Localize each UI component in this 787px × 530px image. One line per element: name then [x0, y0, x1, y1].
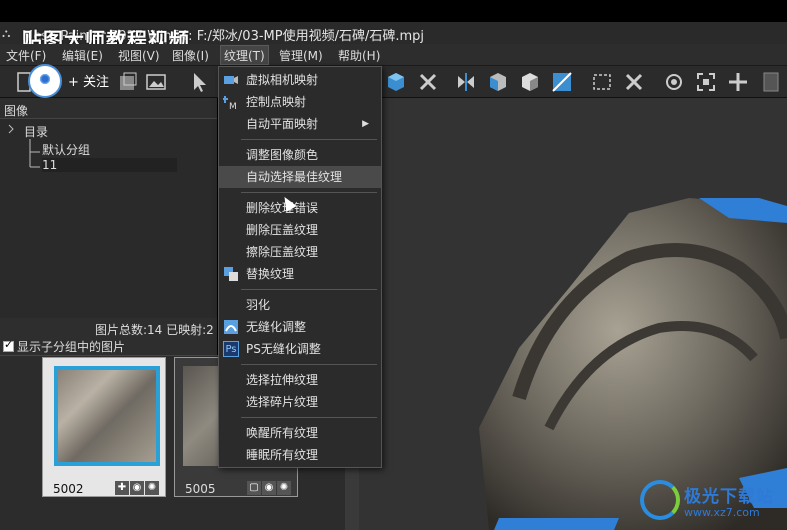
fit-view-icon[interactable] — [694, 70, 718, 94]
menu-item-replace-texture[interactable]: 替换纹理 — [219, 263, 381, 285]
site-logo-ring-icon — [640, 480, 680, 520]
cube-side-icon[interactable] — [518, 70, 542, 94]
menu-item-adjust-color[interactable]: 调整图像颜色 — [219, 144, 381, 166]
thumbnail-id: 5002 — [53, 482, 84, 496]
menu-item-label: 调整图像颜色 — [246, 148, 319, 162]
show-subgroup-row[interactable]: 显示子分组中的图片 — [3, 338, 125, 355]
cross-tool-icon[interactable] — [416, 70, 440, 94]
app-icon: ⛬ — [2, 26, 11, 40]
replace-texture-icon — [223, 266, 239, 282]
menu-item-label: 选择碎片纹理 — [246, 395, 319, 409]
sun-icon[interactable]: ✺ — [145, 481, 159, 495]
menu-manage[interactable]: 管理(M) — [279, 47, 323, 64]
menu-item-label: 羽化 — [246, 298, 271, 312]
menu-item-label: 控制点映射 — [246, 95, 307, 109]
menu-item-label: 虚拟相机映射 — [246, 73, 319, 87]
cube-front-icon[interactable] — [486, 70, 510, 94]
menu-item-label: 擦除压盖纹理 — [246, 245, 319, 259]
show-subgroup-label: 显示子分组中的图片 — [17, 340, 126, 354]
show-subgroup-checkbox[interactable] — [3, 338, 14, 352]
marquee-select-icon[interactable] — [590, 70, 614, 94]
tree-root[interactable]: 目录 — [24, 123, 48, 140]
menu-item-label: 选择拉伸纹理 — [246, 373, 319, 387]
menu-item-label: 自动选择最佳纹理 — [246, 170, 343, 184]
menu-item-label: PS无缝化调整 — [246, 342, 321, 356]
menu-item-label: 无缝化调整 — [246, 320, 307, 334]
menu-file[interactable]: 文件(F) — [6, 47, 46, 64]
menu-item-control-point-map[interactable]: M 控制点映射 — [219, 91, 381, 113]
image-tree: 目录 默认分组 11 — [0, 118, 217, 318]
menu-item-ps-seamless-adjust[interactable]: Ps PS无缝化调整 — [219, 338, 381, 360]
move-icon[interactable] — [726, 70, 750, 94]
menu-item-auto-best-texture[interactable]: 自动选择最佳纹理 — [219, 166, 381, 188]
thumbnail-actions: ▢ ◉ ✺ — [247, 479, 293, 495]
image-icon[interactable] — [144, 70, 168, 94]
import-icon[interactable] — [116, 70, 140, 94]
menu-item-label: 替换纹理 — [246, 267, 295, 281]
menu-item-select-stretched[interactable]: 选择拉伸纹理 — [219, 369, 381, 391]
menu-item-feather[interactable]: 羽化 — [219, 294, 381, 316]
menu-item-seamless-adjust[interactable]: 无缝化调整 — [219, 316, 381, 338]
3d-viewport[interactable] — [359, 98, 787, 530]
menu-bar: 文件(F) 编辑(E) 视图(V) 图像(I) 纹理(T) 管理(M) 帮助(H… — [0, 44, 787, 66]
eye-icon[interactable]: ◉ — [130, 481, 144, 495]
menu-separator — [241, 139, 377, 140]
site-logo-url: www.xz7.com — [684, 506, 760, 519]
panel-title: 图像 — [4, 104, 29, 118]
menu-help[interactable]: 帮助(H) — [338, 47, 380, 64]
menu-separator — [241, 289, 377, 290]
split-icon[interactable] — [454, 70, 478, 94]
menu-separator — [241, 364, 377, 365]
tree-item-11[interactable]: 11 — [42, 158, 178, 172]
menu-item-select-fragment[interactable]: 选择碎片纹理 — [219, 391, 381, 413]
texture-view-icon[interactable] — [550, 70, 574, 94]
control-point-map-icon: M — [223, 94, 239, 112]
menu-edit[interactable]: 编辑(E) — [62, 47, 103, 64]
menu-image[interactable]: 图像(I) — [172, 47, 209, 64]
cube-select-icon[interactable] — [384, 70, 408, 94]
thumbnail-actions: ✚ ◉ ✺ — [115, 479, 161, 495]
menu-item-delete-overlap[interactable]: 删除压盖纹理 — [219, 219, 381, 241]
menu-item-label: 删除压盖纹理 — [246, 223, 319, 237]
channel-avatar — [28, 64, 62, 98]
thumbnail-image — [54, 366, 160, 466]
site-logo: 极光下载站 www.xz7.com — [640, 478, 780, 528]
ps-icon: Ps — [223, 341, 239, 357]
menu-item-erase-overlap[interactable]: 擦除压盖纹理 — [219, 241, 381, 263]
select-arrow-icon[interactable] — [188, 70, 212, 94]
move-icon[interactable]: ✚ — [115, 481, 129, 495]
orbit-icon[interactable] — [662, 70, 686, 94]
thumbnail-id: 5005 — [185, 482, 216, 496]
menu-item-wake-all[interactable]: 唤醒所有纹理 — [219, 422, 381, 444]
follow-button[interactable]: + 关注 — [68, 71, 109, 90]
tree-default-group[interactable]: 默认分组 — [42, 141, 90, 158]
submenu-arrow-icon: ▶ — [362, 119, 369, 129]
seamless-adjust-icon — [223, 319, 239, 335]
menu-item-label: 唤醒所有纹理 — [246, 426, 319, 440]
menu-item-camera-map[interactable]: 虚拟相机映射 — [219, 69, 381, 91]
menu-separator — [241, 192, 377, 193]
svg-text:M: M — [229, 102, 237, 110]
site-logo-brand: 极光下载站 — [684, 487, 774, 507]
eye-icon[interactable]: ◉ — [262, 481, 276, 495]
menu-texture[interactable]: 纹理(T) — [220, 45, 269, 65]
menu-item-sleep-all[interactable]: 睡眠所有纹理 — [219, 444, 381, 466]
texture-menu: 虚拟相机映射 M 控制点映射 自动平面映射 ▶ 调整图像颜色 自动选择最佳纹理 … — [218, 66, 382, 468]
thumbnail-card[interactable]: 5002 ✚ ◉ ✺ — [42, 357, 166, 497]
menu-separator — [241, 417, 377, 418]
toolbar — [0, 66, 787, 98]
deselect-icon[interactable] — [622, 70, 646, 94]
stone-model-render — [359, 98, 787, 530]
image-count-status: 图片总数:14 已映射:2 未 — [95, 323, 230, 337]
camera-map-icon — [223, 72, 239, 88]
menu-item-label: 睡眠所有纹理 — [246, 448, 319, 462]
square-icon[interactable]: ▢ — [247, 481, 261, 495]
panel-toggle-icon[interactable] — [760, 70, 784, 94]
top-black-bar — [0, 0, 787, 22]
menu-view[interactable]: 视图(V) — [118, 47, 160, 64]
menu-item-label: 自动平面映射 — [246, 117, 319, 131]
sun-icon[interactable]: ✺ — [277, 481, 291, 495]
menu-item-delete-texture-errors[interactable]: 删除纹理错误 — [219, 197, 381, 219]
menu-item-auto-planar-map[interactable]: 自动平面映射 ▶ — [219, 113, 381, 135]
